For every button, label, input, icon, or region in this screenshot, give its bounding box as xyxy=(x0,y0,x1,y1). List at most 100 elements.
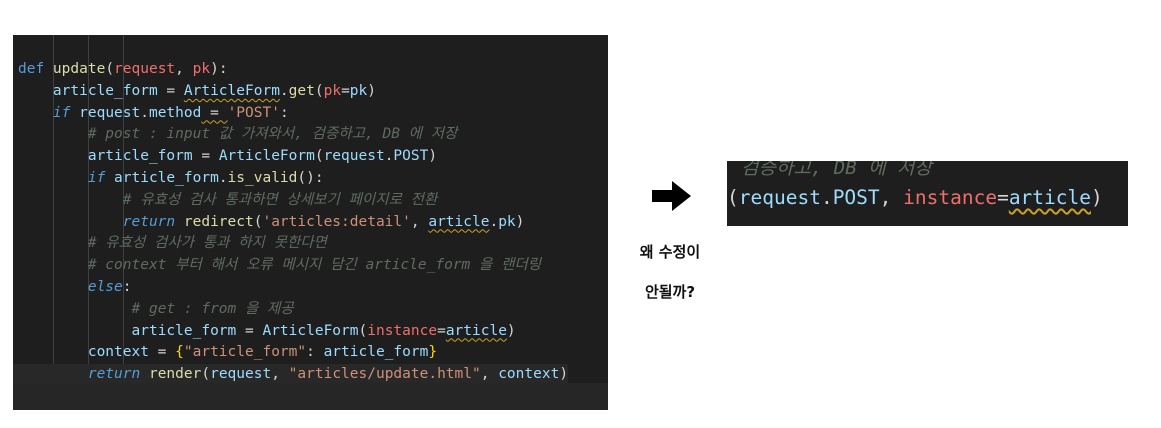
question-line-1: 왜 수정이 xyxy=(639,243,701,261)
code-token: article_form xyxy=(87,148,193,165)
code-token: : xyxy=(306,344,324,361)
code-token: = xyxy=(148,344,176,361)
code-line: def update(request, pk): xyxy=(13,59,568,81)
code-token: return xyxy=(87,366,141,383)
code-token: pk xyxy=(192,61,211,77)
code-line: article_form = ArticleForm(instance=arti… xyxy=(13,321,568,343)
code-comment: # get : from 을 제공 xyxy=(131,300,294,317)
code-token: else xyxy=(87,278,123,295)
code-token: = xyxy=(437,322,446,339)
code-token: . xyxy=(140,104,149,121)
code-token: = xyxy=(157,82,184,99)
code-token: redirect xyxy=(183,213,254,230)
code-token: article_form xyxy=(323,344,429,361)
code-token: request xyxy=(114,61,176,77)
zoomed-code-token: article xyxy=(1008,186,1091,209)
question-caption: 왜 수정이 안될까? xyxy=(620,232,720,312)
code-token: ( xyxy=(314,148,324,165)
code-token: ( xyxy=(358,322,368,339)
code-line: if request.method = 'POST': xyxy=(13,103,568,125)
code-token: 'articles:detail' xyxy=(262,213,411,230)
code-line: else: xyxy=(13,277,568,299)
code-comment: # 유효성 검사가 통과 하지 못한다면 xyxy=(87,235,327,252)
code-token: article_form xyxy=(114,169,219,186)
code-token: ) xyxy=(428,148,438,165)
code-token: pk xyxy=(498,213,516,230)
code-token: = xyxy=(341,82,350,99)
code-token: : xyxy=(279,104,289,121)
code-token: (): xyxy=(297,169,324,186)
code-token: ) xyxy=(559,366,569,383)
code-token: context xyxy=(498,366,560,383)
code-token: article xyxy=(445,322,507,339)
code-token: ) xyxy=(506,322,516,339)
zoomed-code-snippet: 검증하고, DB 에 저장 (request.POST, instance=ar… xyxy=(727,161,1128,226)
code-token: . xyxy=(218,169,228,186)
code-line: # 유효성 검사 통과하면 상세보기 페이지로 전환 xyxy=(13,190,568,212)
code-token: request xyxy=(323,148,385,165)
code-line: # 유효성 검사가 통과 하지 못한다면 xyxy=(13,233,568,255)
code-token: = xyxy=(201,104,228,121)
code-token: } xyxy=(428,344,438,361)
code-token: ) xyxy=(367,82,376,99)
code-token: ) xyxy=(515,213,525,230)
right-arrow-icon xyxy=(652,181,691,211)
code-token: request xyxy=(79,104,141,121)
code-comment: # 유효성 검사 통과하면 상세보기 페이지로 전환 xyxy=(122,191,438,208)
zoomed-code-token: . xyxy=(820,186,833,209)
code-line: context = {"article_form": article_form} xyxy=(13,342,568,364)
code-token: , xyxy=(410,213,429,230)
code-token: { xyxy=(175,344,184,361)
code-line: # context 부터 해서 오류 메시지 담긴 article_form 을… xyxy=(13,255,568,277)
code-token: if xyxy=(52,104,71,121)
zoomed-code-token: ) xyxy=(1091,186,1103,209)
zoomed-code-token: POST xyxy=(832,186,880,209)
zoomed-code-token: , xyxy=(879,186,904,209)
code-token: . xyxy=(489,213,499,230)
code-token: "articles/update.html" xyxy=(288,366,481,383)
code-line: return redirect('articles:detail', artic… xyxy=(13,212,568,234)
code-token: : xyxy=(122,278,132,295)
code-token: render xyxy=(148,366,202,383)
question-line-2: 안될까? xyxy=(644,283,696,301)
code-token: pk xyxy=(349,82,368,99)
code-token: is_valid xyxy=(227,169,298,186)
editor-empty-area xyxy=(13,383,608,410)
code-token: ( xyxy=(201,366,211,383)
code-token: ArticleForm xyxy=(183,82,280,99)
code-token: return xyxy=(122,213,176,230)
code-token: ArticleForm xyxy=(262,322,359,339)
code-comment: # post : input 값 가져와서, 검증하고, DB 에 저장 xyxy=(87,126,458,143)
code-editor-screenshot: def update(request, pk): article_form = … xyxy=(13,35,608,410)
code-token: ( xyxy=(105,61,115,77)
code-token: = xyxy=(192,148,219,165)
code-line: if article_form.is_valid(): xyxy=(13,168,568,190)
code-token: , xyxy=(175,61,193,77)
code-token: instance xyxy=(367,322,438,339)
code-token: article xyxy=(428,213,490,230)
code-lines: def update(request, pk): article_form = … xyxy=(13,59,569,386)
zoomed-code-token: request xyxy=(738,186,821,209)
code-token: "article_form" xyxy=(183,344,307,361)
code-comment: # context 부터 해서 오류 메시지 담긴 article_form 을… xyxy=(87,257,542,274)
code-token: method xyxy=(148,104,202,121)
code-token: if xyxy=(87,169,106,186)
code-token: context xyxy=(87,344,149,361)
zoomed-code-token: ( xyxy=(727,186,739,209)
